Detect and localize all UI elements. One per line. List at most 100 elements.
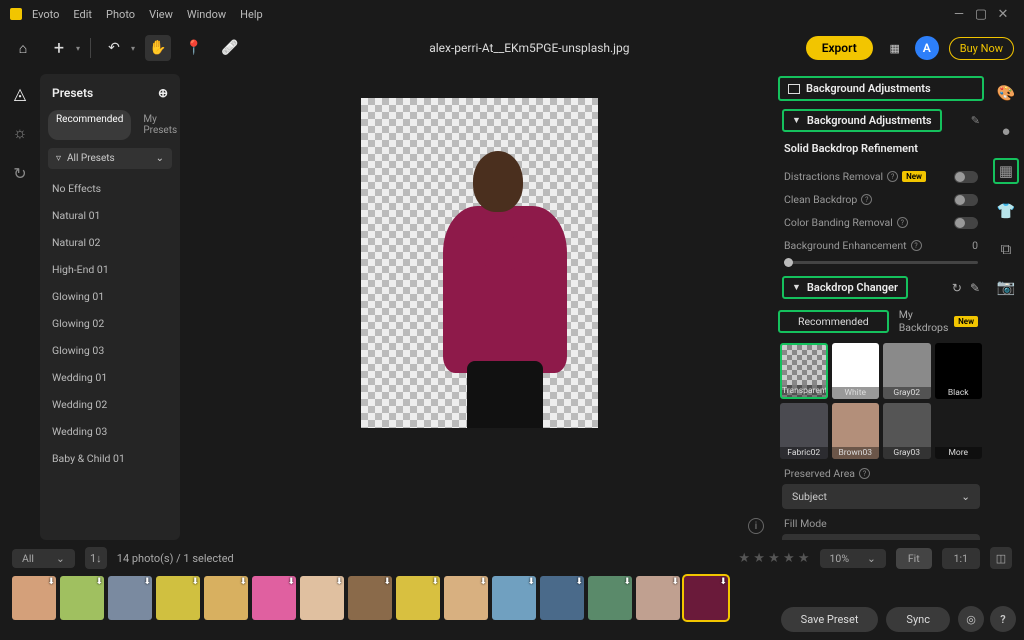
preserved-area-dropdown[interactable]: Subject⌄ bbox=[782, 484, 980, 509]
help-icon[interactable]: ? bbox=[887, 171, 898, 182]
clothing-rail-icon[interactable]: 👕 bbox=[995, 200, 1017, 222]
backdrop-changer-section[interactable]: ▼ Backdrop Changer bbox=[782, 276, 908, 299]
preset-item[interactable]: Wedding 01 bbox=[40, 364, 180, 391]
edit-section-icon[interactable]: ✎ bbox=[971, 114, 980, 127]
ratio-button[interactable]: 1:1 bbox=[942, 548, 980, 569]
target-icon[interactable]: ◎ bbox=[958, 606, 984, 632]
export-button[interactable]: Export bbox=[806, 36, 873, 60]
backdrop-tab-recommended[interactable]: Recommended bbox=[778, 310, 889, 333]
preset-item[interactable]: Wedding 03 bbox=[40, 418, 180, 445]
menu-photo[interactable]: Photo bbox=[106, 8, 135, 21]
help-icon[interactable]: ? bbox=[859, 468, 870, 479]
thumbnail[interactable]: ⬇ bbox=[12, 576, 56, 620]
thumbnail[interactable]: ⬇ bbox=[300, 576, 344, 620]
swatch-black[interactable]: Black bbox=[935, 343, 983, 399]
help-icon[interactable]: ? bbox=[897, 217, 908, 228]
preset-item[interactable]: Wedding 02 bbox=[40, 391, 180, 418]
tab-recommended[interactable]: Recommended bbox=[48, 110, 131, 140]
enhance-slider[interactable] bbox=[784, 261, 978, 264]
preset-item[interactable]: Natural 01 bbox=[40, 202, 180, 229]
preset-item[interactable]: Baby & Child 01 bbox=[40, 445, 180, 472]
presets-filter-dropdown[interactable]: ▿All Presets ⌄ bbox=[48, 148, 172, 169]
thumbnail[interactable]: ⬇ bbox=[540, 576, 584, 620]
swatch-white[interactable]: White bbox=[832, 343, 880, 399]
swatch-gray03[interactable]: Gray03 bbox=[883, 403, 931, 459]
undo-icon[interactable]: ↶ bbox=[101, 35, 127, 61]
thumbnail[interactable]: ⬇ bbox=[588, 576, 632, 620]
info-icon[interactable]: i bbox=[748, 518, 764, 534]
bg-adjustments-section[interactable]: ▼ Background Adjustments bbox=[782, 109, 942, 132]
thumbnail[interactable]: ⬇ bbox=[684, 576, 728, 620]
camera-rail-icon[interactable]: 📷 bbox=[995, 276, 1017, 298]
thumbnail[interactable]: ⬇ bbox=[444, 576, 488, 620]
preset-item[interactable]: Natural 02 bbox=[40, 229, 180, 256]
crop-rail-icon[interactable]: ⧉ bbox=[995, 238, 1017, 260]
sync-button[interactable]: Sync bbox=[886, 607, 950, 632]
compare-button[interactable]: ◫ bbox=[990, 547, 1012, 569]
sort-button[interactable]: 1↓ bbox=[85, 547, 107, 569]
thumbnail[interactable]: ⬇ bbox=[636, 576, 680, 620]
thumbnail[interactable]: ⬇ bbox=[252, 576, 296, 620]
hand-tool-icon[interactable]: ✋ bbox=[145, 35, 171, 61]
fill-mode-dropdown[interactable]: Stretch Fill⌄ bbox=[782, 534, 980, 540]
banding-toggle[interactable] bbox=[954, 217, 978, 229]
canvas[interactable] bbox=[361, 98, 598, 428]
menu-window[interactable]: Window bbox=[187, 8, 226, 21]
zoom-dropdown[interactable]: 10%⌄ bbox=[820, 549, 886, 568]
preset-item[interactable]: Glowing 02 bbox=[40, 310, 180, 337]
presets-rail-icon[interactable]: ◬ bbox=[9, 82, 31, 104]
close-icon[interactable]: ✕ bbox=[992, 7, 1014, 22]
rating-stars[interactable]: ★ ★ ★ ★ ★ bbox=[738, 551, 809, 566]
preset-item[interactable]: No Effects bbox=[40, 175, 180, 202]
filter-all-dropdown[interactable]: All⌄ bbox=[12, 549, 75, 568]
thumbnail[interactable]: ⬇ bbox=[156, 576, 200, 620]
add-preset-icon[interactable]: ⊕ bbox=[158, 86, 168, 100]
help-icon[interactable]: ? bbox=[861, 194, 872, 205]
pin-tool-icon[interactable]: 📍 bbox=[181, 35, 207, 61]
thumbnail[interactable]: ⬇ bbox=[108, 576, 152, 620]
backdrop-tab-my[interactable]: My BackdropsNew bbox=[893, 305, 984, 337]
tab-my-presets[interactable]: My Presets bbox=[135, 110, 180, 140]
swatch-transparent[interactable]: Transparent bbox=[780, 343, 828, 399]
undo-caret-icon[interactable]: ▾ bbox=[131, 44, 135, 53]
preset-item[interactable]: Glowing 03 bbox=[40, 337, 180, 364]
face-rail-icon[interactable]: ● bbox=[995, 120, 1017, 142]
swatch-fabric02[interactable]: Fabric02 bbox=[780, 403, 828, 459]
menu-edit[interactable]: Edit bbox=[73, 8, 92, 21]
add-button[interactable]: + bbox=[46, 35, 72, 61]
adjust-rail-icon[interactable]: ☼ bbox=[9, 122, 31, 144]
user-avatar[interactable]: A bbox=[915, 36, 939, 60]
background-rail-icon[interactable]: ▦ bbox=[993, 158, 1019, 184]
thumbnail[interactable]: ⬇ bbox=[396, 576, 440, 620]
maximize-icon[interactable]: ▢ bbox=[970, 7, 992, 22]
bandaid-tool-icon[interactable]: 🩹 bbox=[217, 35, 243, 61]
clean-toggle[interactable] bbox=[954, 194, 978, 206]
bg-adjustments-header[interactable]: Background Adjustments bbox=[778, 76, 984, 101]
edit-icon[interactable]: ✎ bbox=[970, 281, 980, 295]
thumbnail[interactable]: ⬇ bbox=[60, 576, 104, 620]
menu-help[interactable]: Help bbox=[240, 8, 263, 21]
save-preset-button[interactable]: Save Preset bbox=[781, 607, 879, 632]
reset-icon[interactable]: ↻ bbox=[952, 281, 962, 295]
preset-item[interactable]: Glowing 01 bbox=[40, 283, 180, 310]
palette-rail-icon[interactable]: 🎨 bbox=[995, 82, 1017, 104]
swatch-more[interactable]: More bbox=[935, 403, 983, 459]
menu-app[interactable]: Evoto bbox=[32, 8, 59, 21]
buy-now-button[interactable]: Buy Now bbox=[949, 37, 1014, 60]
swatch-brown03[interactable]: Brown03 bbox=[832, 403, 880, 459]
thumbnail[interactable]: ⬇ bbox=[492, 576, 536, 620]
history-rail-icon[interactable]: ↻ bbox=[9, 162, 31, 184]
save-icon[interactable]: ▦ bbox=[883, 36, 907, 60]
help-icon[interactable]: ? bbox=[911, 240, 922, 251]
home-icon[interactable]: ⌂ bbox=[10, 35, 36, 61]
preset-item[interactable]: High-End 01 bbox=[40, 256, 180, 283]
swatch-gray02[interactable]: Gray02 bbox=[883, 343, 931, 399]
add-caret-icon[interactable]: ▾ bbox=[76, 44, 80, 53]
minimize-icon[interactable]: — bbox=[948, 7, 970, 22]
distractions-toggle[interactable] bbox=[954, 171, 978, 183]
menu-view[interactable]: View bbox=[149, 8, 173, 21]
help-button[interactable]: ? bbox=[990, 606, 1016, 632]
thumbnail[interactable]: ⬇ bbox=[348, 576, 392, 620]
fit-button[interactable]: Fit bbox=[896, 548, 932, 569]
thumbnail[interactable]: ⬇ bbox=[204, 576, 248, 620]
